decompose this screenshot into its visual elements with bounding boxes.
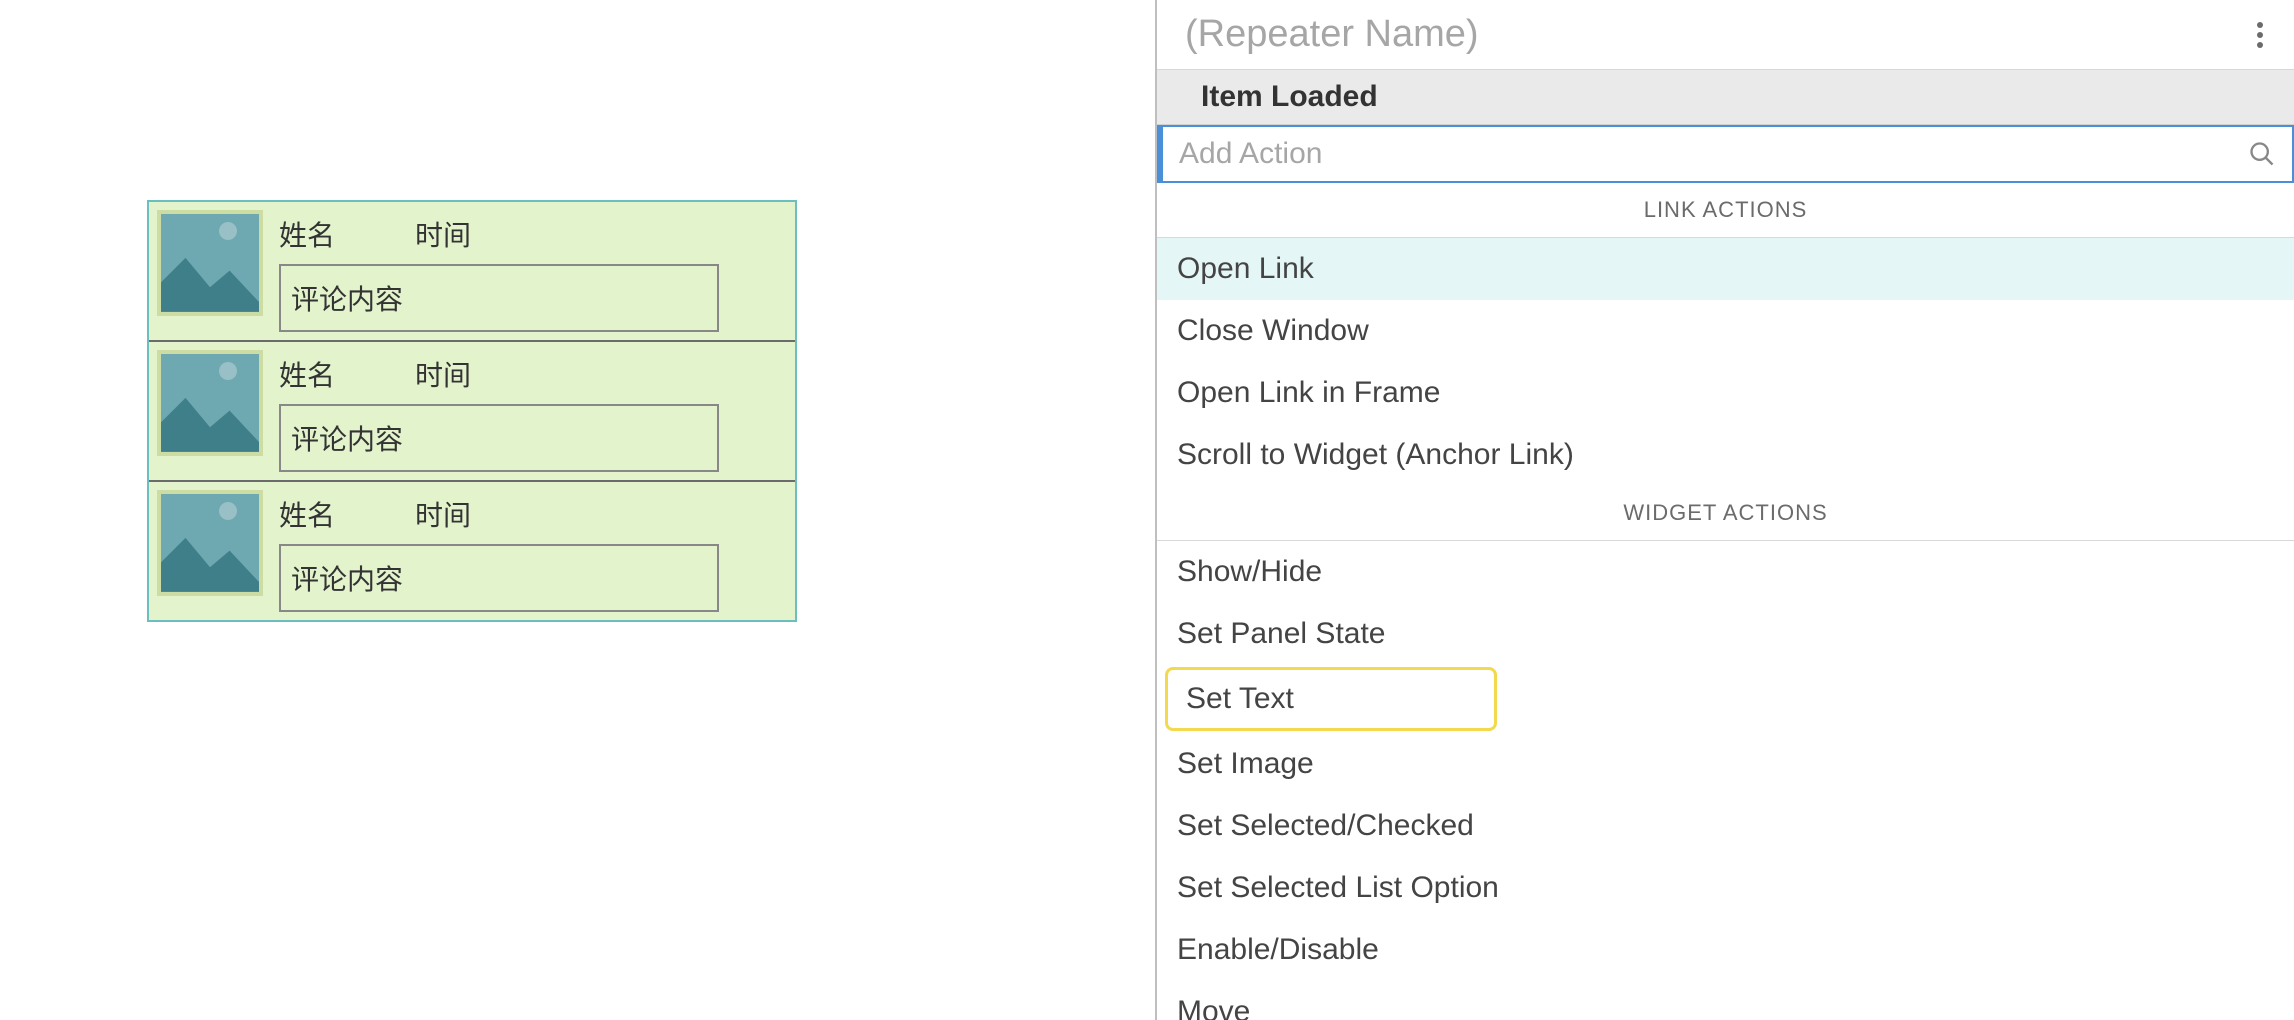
time-label: 时间 — [415, 494, 471, 534]
event-name-bar[interactable]: Item Loaded — [1157, 70, 2294, 125]
repeater-row: 姓名 时间 — [149, 202, 795, 342]
action-scroll-to-widget[interactable]: Scroll to Widget (Anchor Link) — [1157, 424, 2294, 486]
action-enable-disable[interactable]: Enable/Disable — [1157, 919, 2294, 981]
repeater-row: 姓名 时间 — [149, 342, 795, 482]
add-action-input[interactable] — [1163, 137, 2238, 171]
name-label: 姓名 — [279, 214, 415, 254]
action-open-link[interactable]: Open Link — [1157, 238, 2294, 300]
action-set-selected-checked[interactable]: Set Selected/Checked — [1157, 795, 2294, 857]
name-label: 姓名 — [279, 354, 415, 394]
section-header-widget: WIDGET ACTIONS — [1157, 486, 2294, 541]
image-placeholder-icon[interactable] — [157, 210, 263, 316]
action-list: LINK ACTIONS Open Link Close Window Open… — [1157, 183, 2294, 1020]
time-label: 时间 — [415, 214, 471, 254]
more-options-icon[interactable] — [2244, 15, 2276, 55]
action-set-image[interactable]: Set Image — [1157, 733, 2294, 795]
repeater-row: 姓名 时间 — [149, 482, 795, 620]
action-set-selected-list-option[interactable]: Set Selected List Option — [1157, 857, 2294, 919]
repeater-widget[interactable]: 姓名 时间 姓名 时间 — [147, 200, 797, 622]
action-open-link-in-frame[interactable]: Open Link in Frame — [1157, 362, 2294, 424]
comment-input[interactable] — [279, 404, 719, 472]
action-set-panel-state[interactable]: Set Panel State — [1157, 603, 2294, 665]
panel-header: (Repeater Name) — [1157, 0, 2294, 70]
action-move[interactable]: Move — [1157, 981, 2294, 1020]
action-show-hide[interactable]: Show/Hide — [1157, 541, 2294, 603]
panel-title: (Repeater Name) — [1185, 13, 1479, 56]
image-placeholder-icon[interactable] — [157, 350, 263, 456]
time-label: 时间 — [415, 354, 471, 394]
add-action-row — [1157, 125, 2294, 183]
name-label: 姓名 — [279, 494, 415, 534]
interactions-panel: (Repeater Name) Item Loaded LINK ACTIONS… — [1155, 0, 2294, 1020]
section-header-link: LINK ACTIONS — [1157, 183, 2294, 238]
canvas-area: 姓名 时间 姓名 时间 — [0, 0, 1150, 1020]
action-set-text[interactable]: Set Text — [1165, 667, 1497, 731]
search-icon[interactable] — [2238, 130, 2286, 178]
comment-input[interactable] — [279, 264, 719, 332]
comment-input[interactable] — [279, 544, 719, 612]
image-placeholder-icon[interactable] — [157, 490, 263, 596]
action-close-window[interactable]: Close Window — [1157, 300, 2294, 362]
